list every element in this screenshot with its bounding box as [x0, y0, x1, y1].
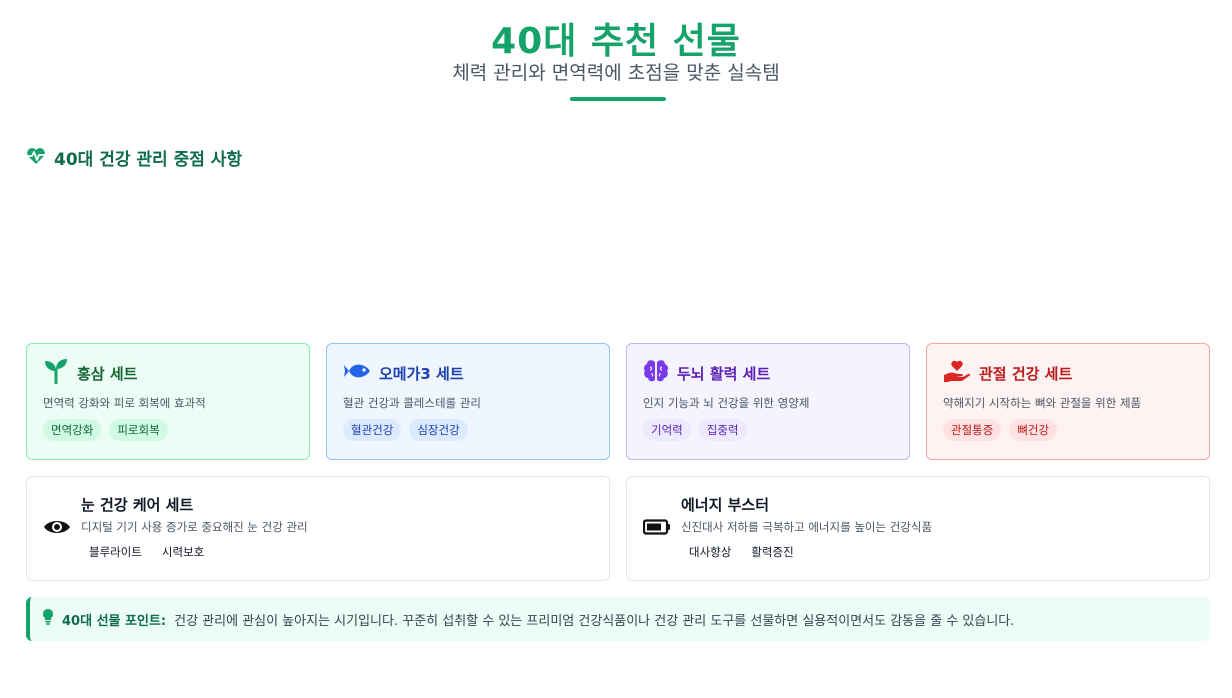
tag: 심장건강	[409, 419, 468, 441]
tag: 면역강화	[43, 419, 102, 441]
card-title: 에너지 부스터	[681, 496, 770, 514]
tag: 피로회복	[109, 419, 168, 441]
card-description: 면역력 강화와 피로 회복에 효과적	[43, 396, 206, 410]
gift-card-brain[interactable]: 두뇌 활력 세트 인지 기능과 뇌 건강을 위한 영양제 기억력 집중력	[626, 343, 910, 460]
heartbeat-icon	[26, 147, 46, 169]
gift-card-eye-care[interactable]: 눈 건강 케어 세트 디지털 기기 사용 증가로 중요해진 눈 건강 관리 블루…	[26, 476, 610, 581]
page-subtitle: 체력 관리와 면역력에 초점을 맞춘 실속템	[452, 62, 780, 84]
eye-icon	[43, 517, 71, 541]
tag: 혈관건강	[343, 419, 402, 441]
hand-holding-heart-icon	[943, 358, 971, 388]
card-description: 약해지기 시작하는 뼈와 관절을 위한 제품	[943, 396, 1142, 410]
section-title: 40대 건강 관리 중점 사항	[54, 150, 243, 170]
card-title: 눈 건강 케어 세트	[81, 496, 194, 514]
section-header: 40대 건강 관리 중점 사항	[26, 145, 242, 170]
card-title: 오메가3 세트	[379, 364, 464, 383]
gift-tip-box: 40대 선물 포인트: 건강 관리에 관심이 높아지는 시기입니다. 꾸준히 섭…	[26, 597, 1210, 641]
tag: 기억력	[643, 419, 691, 441]
lightbulb-icon	[42, 608, 54, 630]
tag: 대사향상	[689, 545, 732, 559]
tag: 뼈건강	[1009, 419, 1058, 441]
tag: 집중력	[698, 419, 747, 441]
brain-icon	[643, 359, 669, 387]
gift-card-omega3[interactable]: 오메가3 세트 혈관 건강과 콜레스테롤 관리 혈관건강 심장건강	[326, 343, 610, 460]
gift-card-energy-booster[interactable]: 에너지 부스터 신진대사 저하를 극복하고 에너지를 높이는 건강식품 대사향상…	[626, 476, 1210, 581]
card-description: 혈관 건강과 콜레스테롤 관리	[343, 396, 481, 410]
title-underline	[570, 97, 666, 101]
sprout-icon	[43, 358, 69, 388]
gift-card-joint[interactable]: 관절 건강 세트 약해지기 시작하는 뼈와 관절을 위한 제품 관절통증 뼈건강	[926, 343, 1210, 460]
card-description: 디지털 기기 사용 증가로 중요해진 눈 건강 관리	[81, 520, 308, 534]
card-description: 신진대사 저하를 극복하고 에너지를 높이는 건강식품	[681, 520, 933, 534]
card-title: 홍삼 세트	[77, 364, 138, 383]
tag: 활력증진	[751, 545, 794, 559]
card-description: 인지 기능과 뇌 건강을 위한 영양제	[643, 396, 810, 410]
battery-icon	[642, 518, 671, 539]
page-title: 40대 추천 선물	[491, 21, 741, 62]
gift-card-red-ginseng[interactable]: 홍삼 세트 면역력 강화와 피로 회복에 효과적 면역강화 피로회복	[26, 343, 310, 460]
tag: 관절통증	[943, 419, 1002, 441]
fish-icon	[343, 360, 371, 386]
card-title: 두뇌 활력 세트	[677, 364, 771, 383]
tag: 시력보호	[161, 545, 205, 559]
tip-text: 건강 관리에 관심이 높아지는 시기입니다. 꾸준히 섭취할 수 있는 프리미엄…	[174, 613, 1015, 629]
tag: 블루라이트	[89, 545, 142, 559]
card-title: 관절 건강 세트	[979, 364, 1073, 383]
tip-label: 40대 선물 포인트:	[62, 613, 167, 629]
